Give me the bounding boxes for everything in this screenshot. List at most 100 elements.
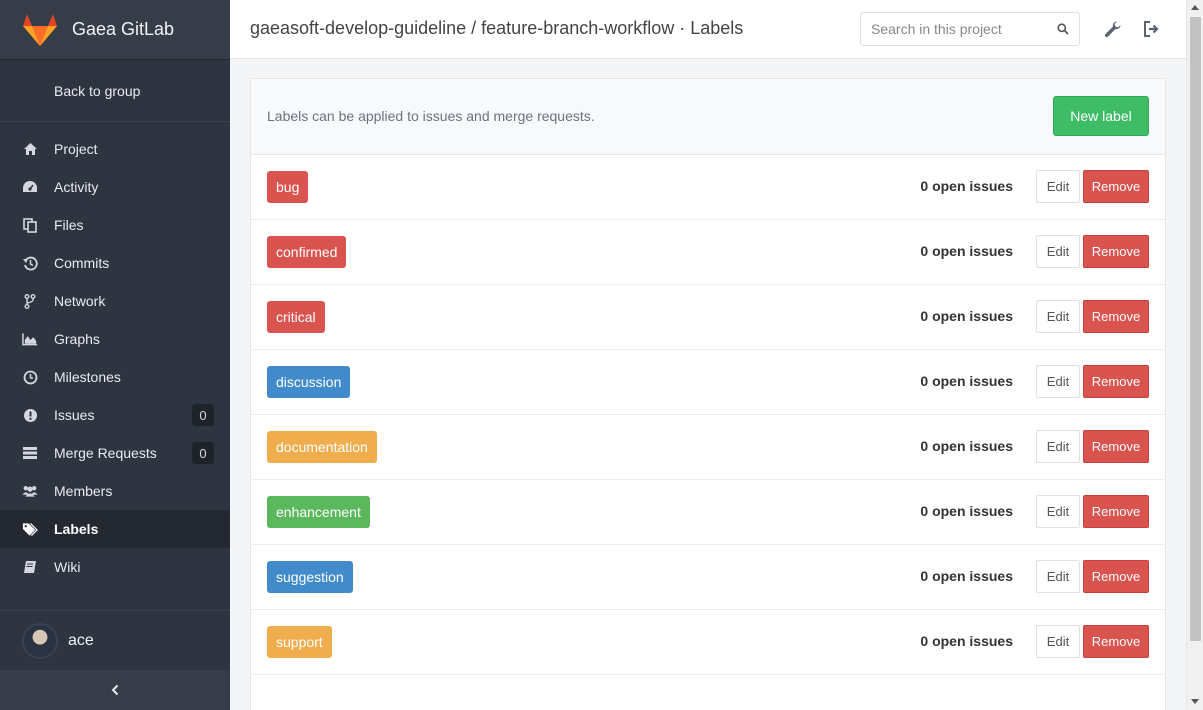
remove-label-button[interactable]: Remove [1083,170,1149,203]
remove-label-button[interactable]: Remove [1083,495,1149,528]
label-row: enhancement 0 open issues Edit Remove [251,480,1165,545]
remove-label-button[interactable]: Remove [1083,430,1149,463]
open-issues-count[interactable]: 0 open issues [920,633,1013,649]
open-issues-count[interactable]: 0 open issues [920,308,1013,324]
label-badge[interactable]: documentation [267,431,377,463]
edit-label-button[interactable]: Edit [1036,235,1080,268]
label-row: support 0 open issues Edit Remove [251,610,1165,675]
brand[interactable]: Gaea GitLab [0,0,230,60]
sidebar-item-files[interactable]: Files [0,206,230,244]
remove-label-button[interactable]: Remove [1083,625,1149,658]
open-issues-count[interactable]: 0 open issues [920,503,1013,519]
remove-label-button[interactable]: Remove [1083,300,1149,333]
open-issues-count[interactable]: 0 open issues [920,373,1013,389]
dashboard-icon [22,179,38,195]
label-list: bug 0 open issues Edit Remove confirmed 0 ope… [251,155,1165,675]
scroll-up-arrow[interactable] [1191,5,1199,10]
user-profile[interactable]: ace [0,610,230,670]
sidebar-item-project[interactable]: Project [0,130,230,168]
merge-requests-count-badge: 0 [192,442,214,464]
tags-icon [22,521,38,537]
sidebar-item-labels[interactable]: Labels [0,510,230,548]
wrench-icon[interactable] [1104,20,1122,38]
sidebar-item-milestones[interactable]: Milestones [0,358,230,396]
sidebar-item-label: Network [54,293,106,309]
sidebar: Gaea GitLab Back to group Project Activi… [0,0,230,710]
label-badge[interactable]: critical [267,301,325,333]
header: gaeasoft-develop-guideline / feature-bra… [230,0,1186,59]
remove-label-button[interactable]: Remove [1083,365,1149,398]
sidebar-item-label: Milestones [54,369,121,385]
search-box[interactable] [860,12,1080,46]
label-row: bug 0 open issues Edit Remove [251,155,1165,220]
open-issues-count[interactable]: 0 open issues [920,243,1013,259]
edit-label-button[interactable]: Edit [1036,430,1080,463]
exclamation-circle-icon [22,407,38,423]
label-badge[interactable]: bug [267,171,309,203]
edit-label-button[interactable]: Edit [1036,365,1080,398]
back-to-group-link[interactable]: Back to group [0,60,230,122]
new-label-button[interactable]: New label [1053,96,1149,136]
label-row: documentation 0 open issues Edit Remove [251,415,1165,480]
sidebar-item-label: Commits [54,255,110,271]
gitlab-logo-icon [23,13,57,46]
sidebar-item-label: Wiki [54,559,81,575]
sidebar-item-commits[interactable]: Commits [0,244,230,282]
sign-out-icon[interactable] [1142,20,1160,38]
sidebar-item-merge-requests[interactable]: Merge Requests 0 [0,434,230,472]
open-issues-count[interactable]: 0 open issues [920,178,1013,194]
sidebar-nav: Project Activity Files Commits Network G… [0,130,230,586]
tasks-icon [22,445,38,461]
search-input[interactable] [871,21,1057,37]
search-icon [1057,23,1069,35]
label-row: confirmed 0 open issues Edit Remove [251,220,1165,285]
label-badge[interactable]: enhancement [267,496,370,528]
breadcrumb: gaeasoft-develop-guideline / feature-bra… [250,18,744,38]
sidebar-item-label: Files [54,217,84,233]
scroll-down-arrow[interactable] [1191,699,1199,704]
remove-label-button[interactable]: Remove [1083,235,1149,268]
sidebar-item-network[interactable]: Network [0,282,230,320]
sidebar-item-label: Graphs [54,331,100,347]
label-row: discussion 0 open issues Edit Remove [251,350,1165,415]
label-badge[interactable]: discussion [267,366,351,398]
clock-icon [22,369,38,385]
sidebar-item-label: Project [54,141,98,157]
edit-label-button[interactable]: Edit [1036,495,1080,528]
edit-label-button[interactable]: Edit [1036,625,1080,658]
open-issues-count[interactable]: 0 open issues [920,568,1013,584]
users-icon [22,483,38,499]
sidebar-item-label: Activity [54,179,99,195]
labels-description: Labels can be applied to issues and merg… [267,108,595,124]
label-badge[interactable]: support [267,626,332,658]
sidebar-item-activity[interactable]: Activity [0,168,230,206]
label-badge[interactable]: suggestion [267,561,353,593]
labels-panel: Labels can be applied to issues and merg… [250,78,1166,710]
avatar [22,622,58,659]
scrollbar[interactable] [1186,0,1203,710]
collapse-sidebar-button[interactable] [0,670,230,710]
label-row: suggestion 0 open issues Edit Remove [251,545,1165,610]
open-issues-count[interactable]: 0 open issues [920,438,1013,454]
issues-count-badge: 0 [192,404,214,426]
chevron-left-icon [111,684,119,696]
remove-label-button[interactable]: Remove [1083,560,1149,593]
sidebar-item-members[interactable]: Members [0,472,230,510]
app-title: Gaea GitLab [72,19,175,39]
book-icon [22,559,38,575]
sidebar-item-graphs[interactable]: Graphs [0,320,230,358]
files-icon [22,217,38,233]
sidebar-item-label: Issues [54,407,95,423]
sidebar-item-issues[interactable]: Issues 0 [0,396,230,434]
username: ace [68,631,94,649]
sidebar-item-label: Labels [54,521,99,537]
home-icon [22,141,38,157]
label-badge[interactable]: confirmed [267,236,347,268]
scrollbar-thumb[interactable] [1190,17,1201,641]
edit-label-button[interactable]: Edit [1036,170,1080,203]
sidebar-item-label: Members [54,483,113,499]
sidebar-item-wiki[interactable]: Wiki [0,548,230,586]
area-chart-icon [22,331,38,347]
edit-label-button[interactable]: Edit [1036,300,1080,333]
edit-label-button[interactable]: Edit [1036,560,1080,593]
